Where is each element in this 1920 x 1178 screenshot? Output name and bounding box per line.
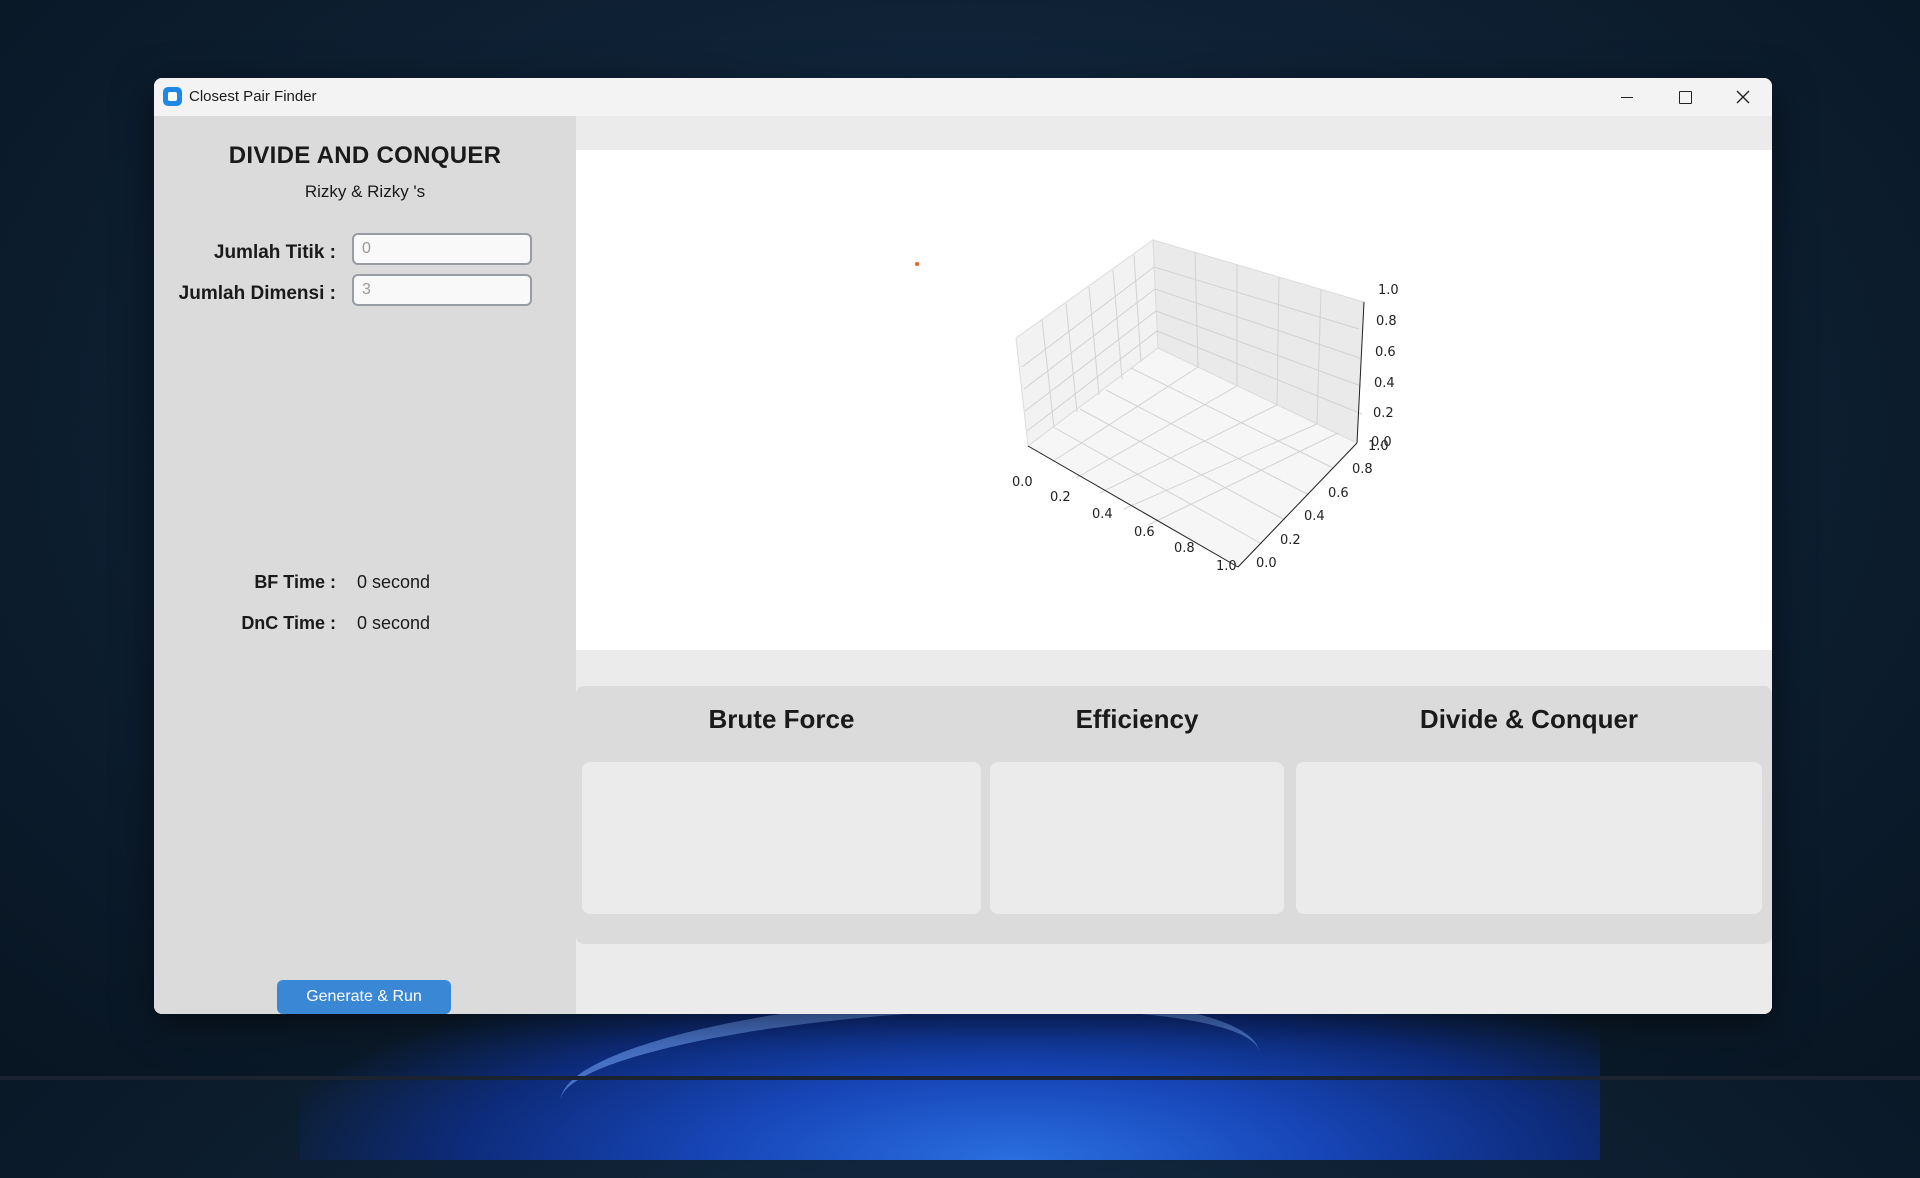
x-tick-1: 0.2 bbox=[1050, 490, 1071, 505]
close-icon bbox=[1736, 90, 1750, 104]
dimension-count-input[interactable] bbox=[352, 274, 532, 306]
divide-conquer-result-box bbox=[1296, 762, 1762, 914]
x-tick-3: 0.6 bbox=[1134, 525, 1155, 540]
plot-canvas[interactable]: 0.0 0.2 0.4 0.6 0.8 1.0 0.0 0.2 0.4 0.6 … bbox=[576, 150, 1772, 650]
results-panel: Brute Force Efficiency Divide & Conquer bbox=[576, 686, 1772, 944]
x-tick-2: 0.4 bbox=[1092, 507, 1113, 522]
main-panel: 0.0 0.2 0.4 0.6 0.8 1.0 0.0 0.2 0.4 0.6 … bbox=[576, 116, 1772, 1014]
point-count-input[interactable] bbox=[352, 233, 532, 265]
app-subtitle: Rizky & Rizky 's bbox=[304, 182, 426, 201]
y-tick-4: 0.8 bbox=[1352, 462, 1373, 477]
brute-force-result-box bbox=[582, 762, 981, 914]
efficiency-heading: Efficiency bbox=[1075, 704, 1199, 734]
x-tick-4: 0.8 bbox=[1174, 541, 1195, 556]
bf-time-value: 0 second bbox=[357, 572, 431, 592]
efficiency-result-box bbox=[990, 762, 1284, 914]
y-tick-2: 0.4 bbox=[1304, 509, 1325, 524]
title-bar[interactable]: Closest Pair Finder bbox=[154, 78, 1772, 116]
x-tick-5: 1.0 bbox=[1216, 559, 1237, 574]
divide-conquer-heading: Divide & Conquer bbox=[1419, 704, 1639, 734]
x-tick-0: 0.0 bbox=[1012, 475, 1033, 490]
z-tick-5: 1.0 bbox=[1378, 283, 1399, 298]
z-tick-1: 0.2 bbox=[1373, 406, 1394, 421]
dimension-count-label: Jumlah Dimensi : bbox=[178, 283, 336, 304]
dnc-time-label: DnC Time : bbox=[241, 613, 336, 633]
taskbar-edge bbox=[0, 1076, 1920, 1080]
app-window: Closest Pair Finder DIVIDE AND CONQUER R… bbox=[154, 78, 1772, 1014]
z-tick-3: 0.6 bbox=[1375, 345, 1396, 360]
close-button[interactable] bbox=[1714, 78, 1772, 116]
minimize-icon bbox=[1621, 96, 1633, 98]
generate-run-button[interactable]: Generate & Run bbox=[277, 980, 451, 1014]
y-tick-1: 0.2 bbox=[1280, 533, 1301, 548]
z-tick-0: 0.0 bbox=[1371, 435, 1392, 450]
dnc-time-value: 0 second bbox=[357, 613, 431, 633]
3d-plot: 0.0 0.2 0.4 0.6 0.8 1.0 0.0 0.2 0.4 0.6 … bbox=[915, 239, 1399, 574]
maximize-button[interactable] bbox=[1656, 78, 1714, 116]
minimize-button[interactable] bbox=[1598, 78, 1656, 116]
z-tick-2: 0.4 bbox=[1374, 376, 1395, 391]
maximize-icon bbox=[1678, 90, 1692, 104]
app-heading: DIVIDE AND CONQUER bbox=[228, 142, 502, 169]
y-tick-0: 0.0 bbox=[1256, 556, 1277, 571]
bf-time-label: BF Time : bbox=[254, 572, 336, 592]
data-point bbox=[915, 262, 919, 266]
window-title: Closest Pair Finder bbox=[189, 88, 317, 105]
y-tick-3: 0.6 bbox=[1328, 486, 1349, 501]
point-count-label: Jumlah Titik : bbox=[213, 242, 336, 263]
sidebar: DIVIDE AND CONQUER Rizky & Rizky 's Juml… bbox=[154, 116, 576, 1014]
brute-force-heading: Brute Force bbox=[708, 704, 855, 734]
z-tick-4: 0.8 bbox=[1376, 314, 1397, 329]
app-icon bbox=[163, 87, 182, 106]
